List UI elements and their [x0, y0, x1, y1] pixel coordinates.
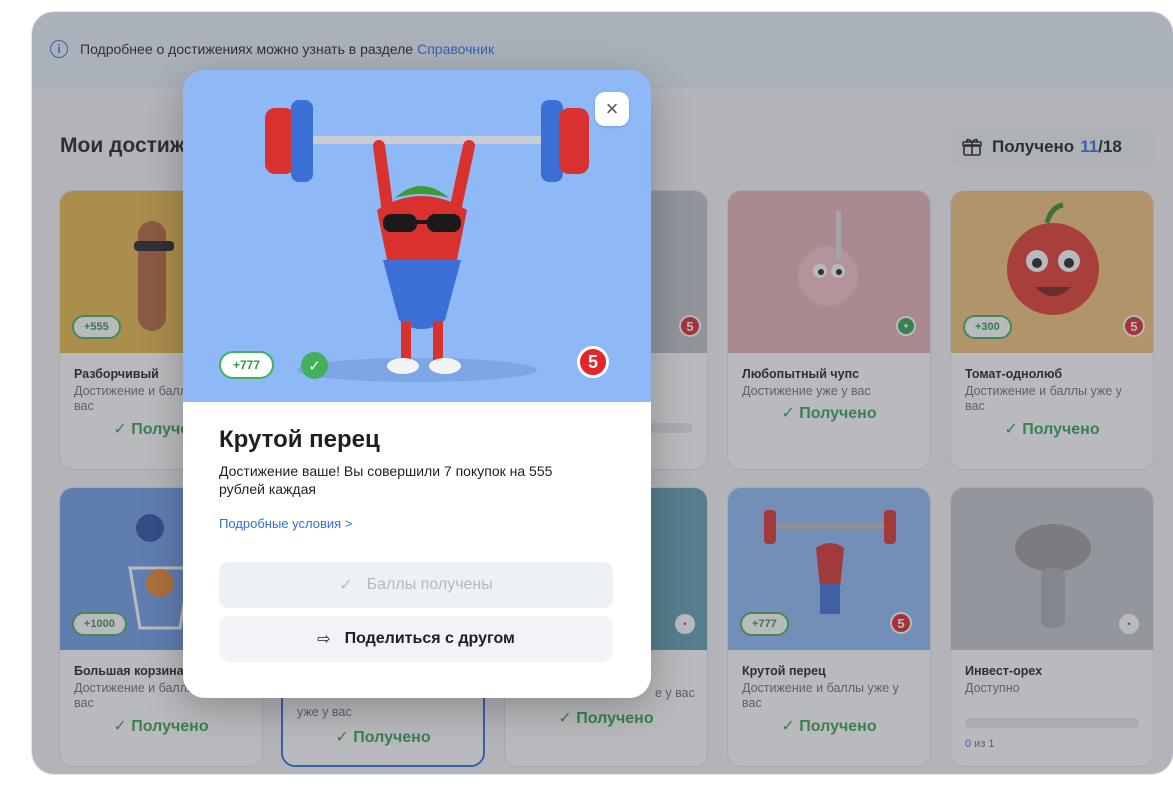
- app-screen: i Подробнее о достижениях можно узнать в…: [32, 12, 1173, 774]
- share-icon: ⇨: [317, 631, 331, 648]
- points-received-button: ✓ Баллы получены: [219, 562, 613, 608]
- check-icon: ✓: [339, 577, 353, 594]
- details-link[interactable]: Подробные условия >: [219, 516, 352, 531]
- modal-description: Достижение ваше! Вы совершили 7 покупок …: [219, 463, 553, 497]
- modal-title: Крутой перец: [219, 426, 380, 453]
- points-received-label: Баллы получены: [366, 576, 493, 593]
- achievement-modal: × +777 ✓ 5 Крутой перец Достижение ваше!…: [183, 70, 651, 698]
- modal-hero: × +777 ✓ 5: [183, 70, 651, 402]
- share-button[interactable]: ⇨ Поделиться с другом: [219, 616, 613, 662]
- share-label: Поделиться с другом: [344, 630, 515, 647]
- check-icon: ✓: [301, 352, 328, 379]
- close-button[interactable]: ×: [595, 92, 629, 126]
- points-badge: +777: [219, 351, 275, 379]
- brand-logo-icon: 5: [577, 346, 609, 378]
